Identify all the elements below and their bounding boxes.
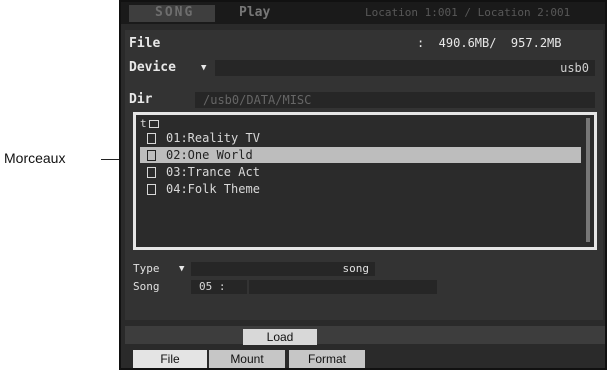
type-label: Type [133, 262, 160, 275]
device-label: Device [129, 60, 176, 75]
type-dropdown-icon[interactable]: ▼ [179, 264, 184, 274]
list-item-selected[interactable]: 02:One World [140, 147, 581, 163]
song-label: Song [133, 280, 160, 293]
list-item-label: 02:One World [166, 148, 253, 162]
tab-file[interactable]: File [133, 350, 207, 368]
list-item[interactable]: 01:Reality TV [140, 130, 581, 146]
parent-marker: t [140, 117, 147, 130]
location-readout: Location 1:001 / Location 2:001 [365, 6, 571, 19]
file-icon [147, 133, 156, 144]
device-screen: SONG Play Location 1:001 / Location 2:00… [119, 0, 607, 370]
header-bar: SONG Play Location 1:001 / Location 2:00… [121, 2, 605, 24]
song-number: 05 [199, 280, 213, 293]
bottom-bar: Load File Mount Format [125, 324, 605, 368]
file-label: File [129, 36, 161, 51]
folder-icon [148, 120, 159, 128]
parent-folder-entry[interactable]: t [140, 117, 159, 130]
song-name-separator: : [218, 280, 226, 293]
song-number-field[interactable]: 05 : [191, 280, 247, 294]
tab-format[interactable]: Format [289, 350, 365, 368]
song-file-list[interactable]: t 01:Reality TV 02:One World 03:Trance A… [133, 112, 597, 250]
bottom-tabs: File Mount Format [125, 348, 605, 368]
morceaux-callout: Morceaux [4, 150, 66, 166]
list-item[interactable]: 03:Trance Act [140, 164, 581, 180]
list-item-label: 03:Trance Act [166, 165, 260, 179]
list-item[interactable]: 04:Folk Theme [140, 181, 581, 197]
type-field[interactable]: song [191, 262, 375, 276]
dir-path-field: /usb0/DATA/MISC [195, 92, 595, 108]
song-name-field[interactable] [249, 280, 437, 294]
dir-label: Dir [129, 92, 153, 107]
device-dropdown-icon[interactable]: ▼ [201, 63, 206, 73]
file-icon [147, 184, 156, 195]
file-panel: File : 490.6MB/ 957.2MB Device ▼ usb0 Di… [125, 30, 603, 320]
list-item-label: 04:Folk Theme [166, 182, 260, 196]
list-scrollbar[interactable] [586, 118, 590, 242]
tab-song[interactable]: SONG [129, 5, 215, 22]
memory-readout: : 490.6MB/ 957.2MB [417, 36, 562, 50]
tab-mount[interactable]: Mount [209, 350, 285, 368]
action-bar: Load [125, 326, 605, 345]
tab-play[interactable]: Play [217, 5, 321, 22]
load-button[interactable]: Load [243, 329, 317, 345]
file-icon [147, 150, 156, 161]
device-field[interactable]: usb0 [215, 60, 595, 76]
file-icon [147, 167, 156, 178]
list-item-label: 01:Reality TV [166, 131, 260, 145]
